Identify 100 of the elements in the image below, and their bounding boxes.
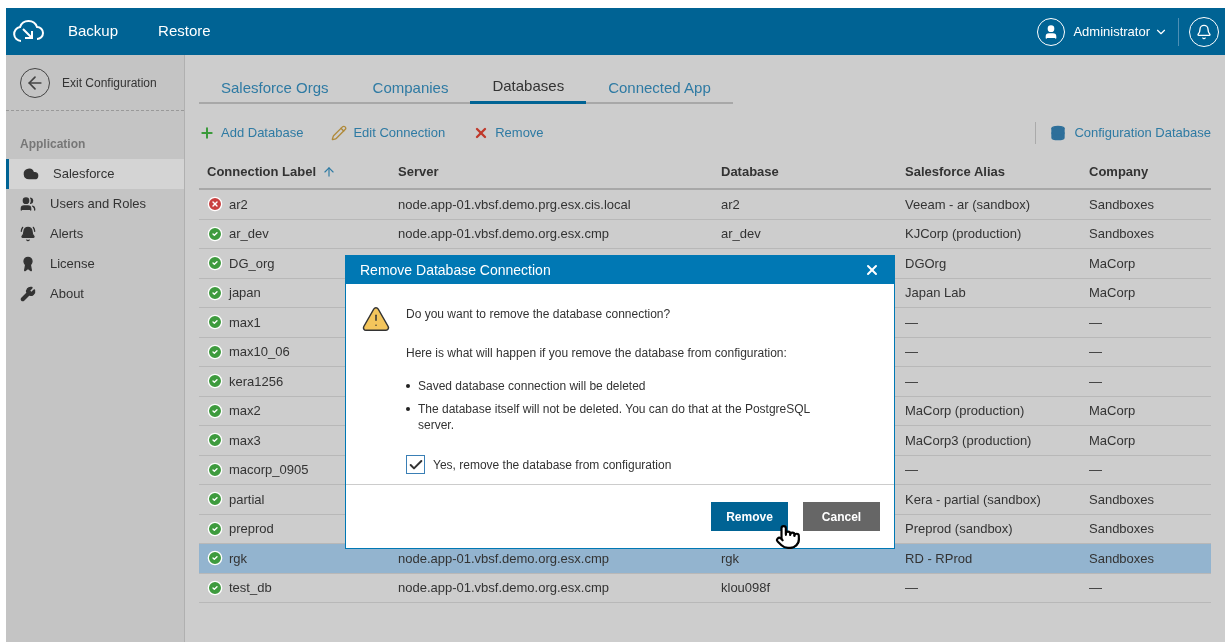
table-cell: klou098f: [721, 580, 771, 595]
ok-status-icon: [207, 520, 223, 537]
table-cell: —: [1089, 580, 1102, 595]
table-cell-text: max10_06: [229, 343, 290, 361]
ok-status-icon: [207, 314, 223, 331]
table-cell: MaCorp: [1089, 432, 1136, 448]
nav-link[interactable]: Backup: [68, 20, 119, 43]
table-cell: MaCorp: [1089, 285, 1136, 300]
table-cell: Sandboxes: [1089, 521, 1155, 536]
table-row[interactable]: test_db node.app-01.vbsf.demo.org.esx.cmp klou098f — —: [199, 573, 1211, 603]
ok-status-icon: [207, 432, 223, 449]
table-cell: —: [1089, 314, 1102, 330]
table-cell: —: [905, 373, 918, 389]
dialog-title: Remove Database Connection: [360, 260, 552, 280]
table-cell: Veeam - ar (sandbox): [905, 196, 1030, 212]
table-cell: node.app-01.vbsf.demo.org.esx.cmp: [398, 580, 609, 595]
bell-icon: [1196, 23, 1212, 40]
ok-status-icon: [207, 550, 223, 567]
sidebar-item[interactable]: Alerts: [6, 219, 184, 249]
table-cell-text: DG_org: [229, 254, 275, 273]
table-cell: MaCorp (production): [905, 403, 1025, 418]
dialog-question: Do you want to remove the database connection?: [406, 306, 672, 322]
table-cell: Japan Lab: [905, 285, 966, 300]
table-cell: —: [1089, 344, 1102, 359]
table-cell: —: [905, 314, 918, 330]
bullet-text: Saved database connection will be deleted: [418, 378, 646, 394]
checkbox[interactable]: [406, 455, 425, 474]
cloud-icon: [23, 166, 39, 182]
tools-icon: [20, 286, 36, 302]
ok-status-icon: [207, 284, 223, 301]
table-cell: ar_dev: [721, 226, 761, 241]
bullet-icon: [406, 407, 410, 411]
table-cell: ar2: [721, 196, 740, 212]
table-cell: —: [905, 580, 918, 595]
ok-status-icon: [207, 343, 223, 360]
award-icon: [20, 256, 36, 272]
table-cell: Preprod (sandbox): [905, 521, 1013, 536]
sidebar-item[interactable]: About: [6, 279, 184, 309]
close-button[interactable]: [864, 262, 880, 278]
cancel-button[interactable]: Cancel: [803, 502, 880, 531]
table-cell: KJCorp (production): [905, 226, 1022, 241]
database-icon: [1050, 125, 1067, 141]
section-label: Application: [19, 136, 87, 153]
sidebar-item[interactable]: License: [6, 249, 184, 279]
column-header[interactable]: Company: [1089, 162, 1149, 182]
ok-status-icon: [207, 373, 223, 390]
table-cell: MaCorp: [1089, 403, 1136, 418]
column-header[interactable]: Database: [721, 162, 779, 182]
checkbox-label: Yes, remove the database from configuration: [433, 456, 672, 473]
table-cell-text: max1: [229, 313, 261, 332]
table-cell-text: max3: [229, 431, 261, 450]
table-cell: node.app-01.vbsf.demo.prg.esx.cis.local: [398, 196, 631, 212]
table-row[interactable]: ar2 node.app-01.vbsf.demo.prg.esx.cis.local ar2 Veeam - ar (sandbox) Sandboxes: [199, 190, 1211, 220]
sidebar-item[interactable]: Users and Roles: [6, 189, 184, 219]
table-cell-text: macorp_0905: [229, 461, 309, 479]
table-cell: Kera - partial (sandbox): [905, 491, 1041, 507]
table-cell: Sandboxes: [1089, 550, 1155, 566]
bell-icon: [20, 226, 36, 242]
column-header[interactable]: Connection Label: [207, 162, 337, 182]
dialog-intro: Here is what will happen if you remove the database from configuration:: [406, 345, 788, 361]
table-cell-text: test_db: [229, 579, 272, 597]
remove-button[interactable]: Remove: [711, 502, 788, 531]
table-cell-text: preprod: [229, 520, 274, 538]
warning-icon: [360, 304, 392, 334]
pencil-icon: [331, 125, 348, 141]
ok-status-icon: [207, 402, 223, 419]
nav-link[interactable]: Restore: [158, 20, 211, 43]
table-cell: RD - RProd: [905, 550, 973, 566]
table-cell: Sandboxes: [1089, 491, 1155, 507]
ok-status-icon: [207, 491, 223, 508]
sidebar-item[interactable]: Salesforce: [6, 159, 184, 189]
table-cell: node.app-01.vbsf.demo.org.esx.cmp: [398, 550, 609, 566]
table-cell: Sandboxes: [1089, 196, 1155, 212]
column-header[interactable]: Server: [398, 162, 439, 182]
tab[interactable]: Databases: [470, 72, 587, 104]
ok-status-icon: [207, 579, 223, 596]
table-cell-text: max2: [229, 402, 261, 420]
table-cell: —: [905, 462, 918, 477]
table-cell-text: partial: [229, 490, 265, 509]
table-cell-text: japan: [229, 284, 261, 302]
table-cell: MaCorp: [1089, 255, 1136, 271]
table-cell: node.app-01.vbsf.demo.org.esx.cmp: [398, 226, 609, 241]
table-cell: —: [1089, 462, 1102, 477]
table-cell: MaCorp3 (production): [905, 432, 1032, 448]
error-status-icon: [207, 196, 223, 213]
table-cell: —: [905, 344, 918, 359]
ok-status-icon: [207, 225, 223, 242]
users-icon: [20, 196, 36, 212]
column-header[interactable]: Salesforce Alias: [905, 162, 1005, 182]
table-cell: Sandboxes: [1089, 226, 1155, 241]
plus-icon: [199, 125, 215, 141]
exit-configuration-link[interactable]: Exit Configuration: [62, 73, 157, 92]
user-menu-button[interactable]: Administrator: [1073, 21, 1168, 42]
ok-status-icon: [207, 461, 223, 478]
table-cell-text: ar_dev: [229, 225, 269, 243]
table-cell: rgk: [721, 550, 740, 566]
table-cell-text: ar2: [229, 195, 248, 214]
table-cell-text: kera1256: [229, 372, 284, 391]
table-row[interactable]: ar_dev node.app-01.vbsf.demo.org.esx.cmp ar_dev KJCorp (production) Sandboxes: [199, 219, 1211, 249]
table-cell: DGOrg: [905, 255, 947, 271]
